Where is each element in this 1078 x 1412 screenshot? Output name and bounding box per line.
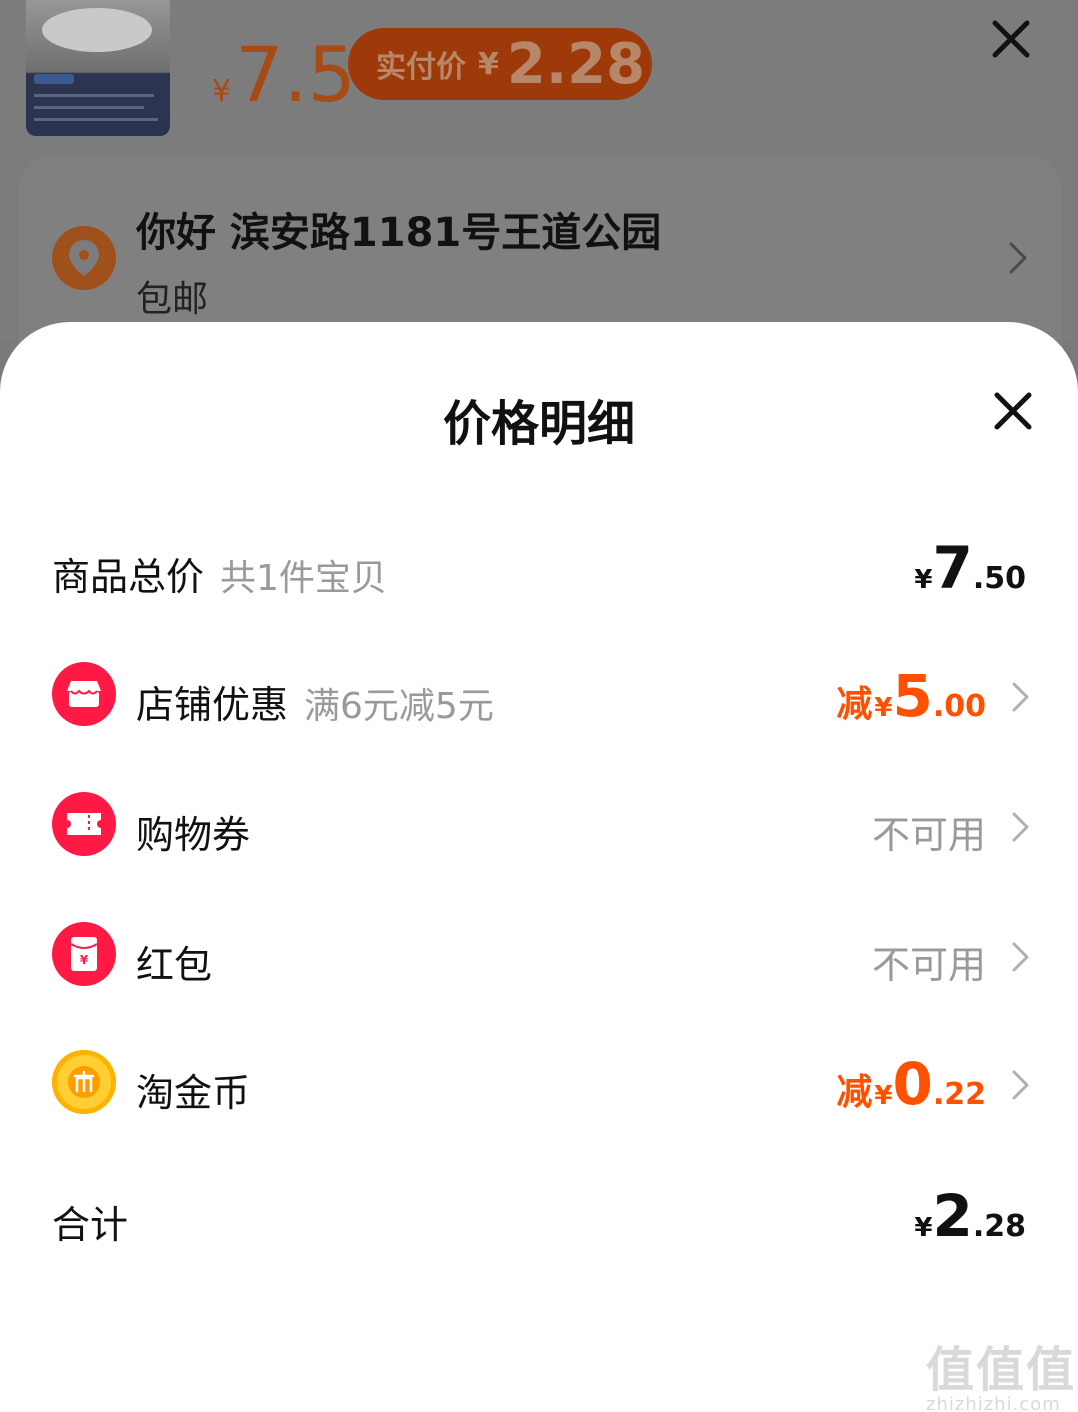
thumbnail-spec-line xyxy=(34,106,144,109)
thumbnail-spec-line xyxy=(34,94,154,97)
actual-pay-currency: ¥ xyxy=(478,46,499,82)
shop-icon xyxy=(52,662,116,726)
total-goods-label: 商品总价 xyxy=(52,555,205,599)
currency-symbol: ¥ xyxy=(914,1213,933,1243)
currency-symbol: ¥ xyxy=(874,693,893,723)
row-label: 合计 xyxy=(52,1194,128,1249)
shop-discount-label: 店铺优惠 xyxy=(136,683,289,727)
row-total-goods: 商品总价 共1件宝贝 ¥ 7 .50 xyxy=(0,528,1078,608)
actual-pay-pill: 实付价 ¥ 2.28 xyxy=(348,28,652,100)
coins-label: 淘金币 xyxy=(136,1071,251,1115)
chevron-right-icon xyxy=(1010,810,1032,844)
coupon-status: 不可用 xyxy=(871,813,986,857)
shipping-info: 包邮 xyxy=(136,279,209,320)
coins-discount-amount: 减 ¥ 0 .22 xyxy=(836,1050,986,1118)
site-watermark: 值值值 zhizhizhi.com xyxy=(926,1330,1076,1412)
amount-integer: 7 xyxy=(932,534,973,602)
amount-decimal: .22 xyxy=(932,1077,986,1112)
close-icon[interactable] xyxy=(988,16,1034,62)
address-name: 你好 滨安路1181号王道公园 xyxy=(136,210,662,256)
row-label: 店铺优惠 满6元减5元 xyxy=(136,674,494,729)
red-packet-label: 红包 xyxy=(136,943,213,987)
product-thumbnail[interactable] xyxy=(26,0,170,136)
row-coupon[interactable]: 购物券 不可用 xyxy=(0,786,1078,866)
row-total: 合计 ¥ 2 .28 xyxy=(0,1176,1078,1256)
red-packet-status: 不可用 xyxy=(871,943,986,987)
total-goods-amount: ¥ 7 .50 xyxy=(914,534,1026,602)
watermark-logo: 值值值 xyxy=(926,1342,1077,1398)
amount-integer: 2 xyxy=(932,1182,973,1250)
chevron-right-icon xyxy=(1010,680,1032,714)
close-icon[interactable] xyxy=(990,388,1036,434)
shop-discount-amount: 减 ¥ 5 .00 xyxy=(836,662,986,730)
total-amount: ¥ 2 .28 xyxy=(914,1182,1026,1250)
chevron-right-icon xyxy=(1010,1068,1032,1102)
price-detail-sheet: 价格明细 商品总价 共1件宝贝 ¥ 7 .50 店铺优惠 满6元减5元 减 ¥ 5 … xyxy=(0,322,1078,1412)
thumbnail-tag xyxy=(34,74,74,84)
actual-pay-value: 2.28 xyxy=(506,31,646,97)
price-currency: ¥ xyxy=(212,74,232,109)
actual-pay-label: 实付价 xyxy=(376,50,466,85)
currency-symbol: ¥ xyxy=(914,565,933,595)
price-value: 7.5 xyxy=(235,30,356,119)
row-label: 淘金币 xyxy=(136,1062,250,1117)
row-red-packet[interactable]: ¥ 红包 不可用 xyxy=(0,916,1078,996)
amount-integer: 5 xyxy=(892,662,933,730)
location-pin-icon xyxy=(52,226,116,290)
sheet-title: 价格明细 xyxy=(442,396,635,452)
thumbnail-spec-line xyxy=(34,118,158,121)
product-price: ¥ 7.5 xyxy=(212,30,356,119)
watermark-url: zhizhizhi.com xyxy=(926,1394,1061,1412)
amount-integer: 0 xyxy=(892,1050,933,1118)
item-count: 共1件宝贝 xyxy=(220,558,387,599)
chevron-right-icon xyxy=(1010,940,1032,974)
row-label: 商品总价 共1件宝贝 xyxy=(52,546,387,601)
amount-decimal: .28 xyxy=(972,1209,1026,1244)
row-label: 红包 xyxy=(136,934,212,989)
currency-symbol: ¥ xyxy=(874,1081,893,1111)
red-packet-icon: ¥ xyxy=(52,922,116,986)
ticket-icon xyxy=(52,792,116,856)
minus-prefix: 减 xyxy=(836,1072,873,1113)
row-shop-discount[interactable]: 店铺优惠 满6元减5元 减 ¥ 5 .00 xyxy=(0,656,1078,736)
row-label: 购物券 xyxy=(136,804,250,859)
svg-text:¥: ¥ xyxy=(80,953,89,967)
minus-prefix: 减 xyxy=(836,684,873,725)
row-taojinbi-coins[interactable]: 淘金币 减 ¥ 0 .22 xyxy=(0,1044,1078,1124)
amount-decimal: .50 xyxy=(972,561,1026,596)
coin-icon xyxy=(52,1050,116,1114)
ceiling-lamp-image xyxy=(42,8,152,52)
discount-rule: 满6元减5元 xyxy=(304,686,494,727)
total-label: 合计 xyxy=(52,1203,129,1247)
coupon-label: 购物券 xyxy=(136,813,251,857)
chevron-right-icon xyxy=(1006,240,1030,276)
amount-decimal: .00 xyxy=(932,689,986,724)
